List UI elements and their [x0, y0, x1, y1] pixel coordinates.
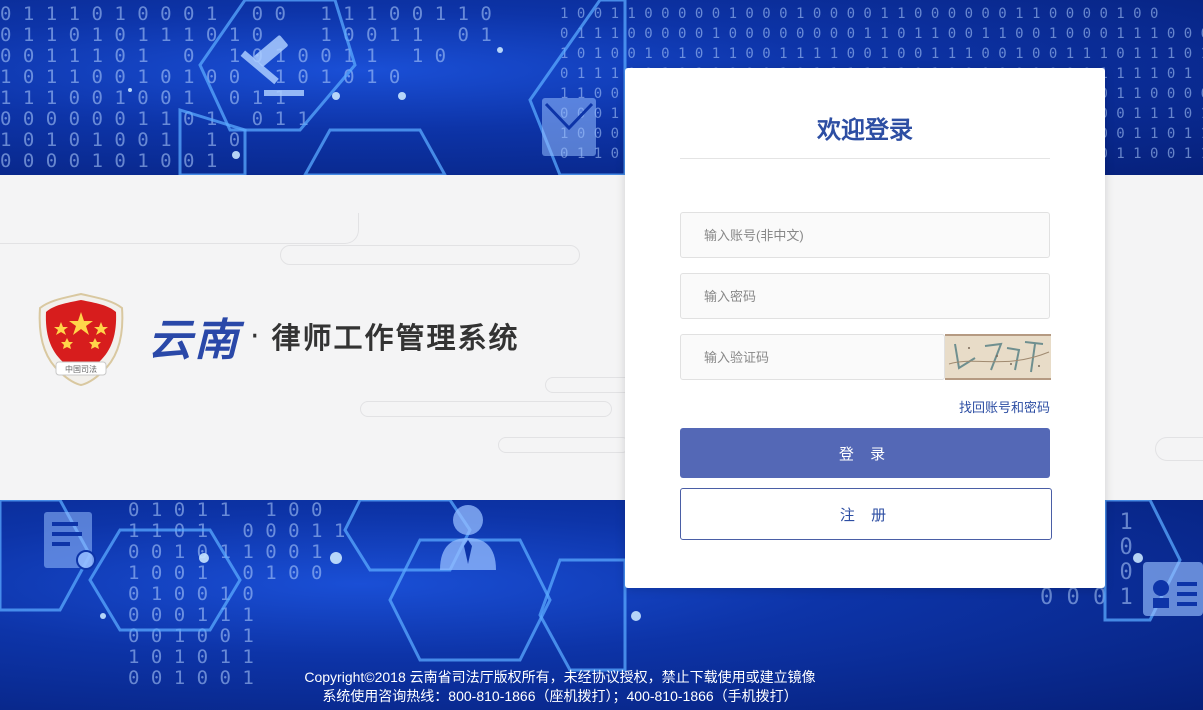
decor-line [280, 245, 580, 265]
login-title: 欢迎登录 [817, 117, 913, 144]
emblem-icon: 中国司法 [38, 292, 124, 386]
user-icon [440, 505, 496, 570]
decor-line [498, 437, 630, 453]
login-button[interactable]: 登 录 [680, 428, 1050, 478]
footer-copyright: Copyright©2018 云南省司法厅版权所有，未经协议授权，禁止下载使用或… [304, 669, 816, 685]
brand-separator: · [250, 318, 260, 354]
account-field [680, 212, 1050, 258]
title-divider [680, 158, 1050, 159]
footer: Copyright©2018 云南省司法厅版权所有，未经协议授权，禁止下载使用或… [0, 668, 1120, 706]
login-card: 欢迎登录 找回账号和密码 登 录 注 册 [625, 68, 1105, 588]
decor-line [0, 213, 359, 244]
system-title: 云南 · 律师工作管理系统 [148, 306, 520, 366]
brand-region: 云南 [148, 315, 240, 366]
password-input[interactable] [681, 274, 1049, 318]
decor-line [1155, 437, 1203, 461]
account-input[interactable] [681, 213, 1049, 257]
footer-hotline: 系统使用咨询热线：800-810-1866（座机拨打）；400-810-1866… [322, 688, 798, 704]
document-gear-icon [44, 512, 96, 570]
system-name: 律师工作管理系统 [271, 323, 520, 355]
captcha-image[interactable] [945, 334, 1051, 380]
decor-line [360, 401, 612, 417]
emblem-text: 中国司法 [65, 364, 97, 374]
forgot-account-link[interactable]: 找回账号和密码 [959, 397, 1050, 416]
mail-icon [542, 98, 596, 156]
decor-line [545, 377, 637, 393]
captcha-field [680, 334, 945, 380]
captcha-input[interactable] [681, 335, 944, 379]
gavel-icon [240, 35, 304, 96]
id-card-icon [1143, 562, 1203, 616]
register-button[interactable]: 注 册 [680, 488, 1052, 540]
password-field [680, 273, 1050, 319]
